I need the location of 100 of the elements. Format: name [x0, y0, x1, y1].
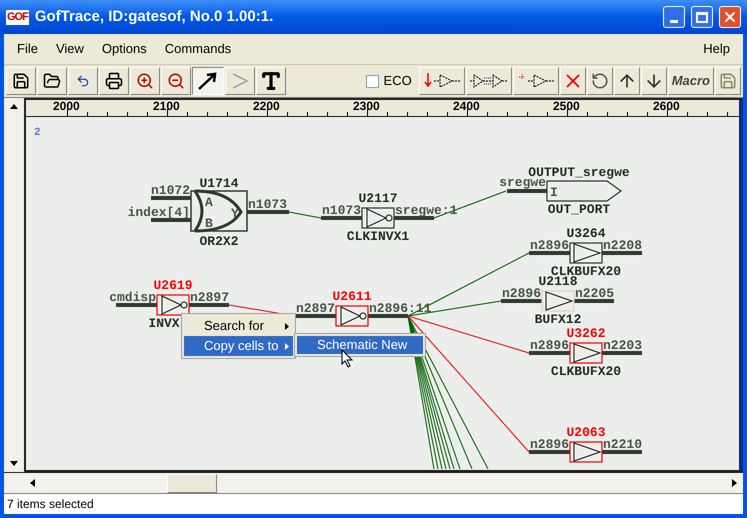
net-label: n2896 — [502, 286, 541, 301]
pin-line — [602, 251, 642, 255]
zoom-out-icon — [167, 72, 185, 90]
mouse-cursor-icon — [341, 349, 353, 368]
net-label: n2897 — [190, 290, 230, 305]
instance-label: U2117 — [358, 191, 398, 206]
status-text: 7 items selected — [7, 496, 94, 513]
inverter-symbol[interactable] — [361, 207, 395, 229]
sheet-number: 2 — [34, 127, 41, 139]
pin-line — [501, 299, 542, 303]
pin-label: I — [550, 185, 558, 200]
app-logo: GOF — [6, 10, 29, 24]
folder-icon — [43, 72, 61, 90]
net-label: sregwe:1 — [395, 203, 458, 218]
text-icon — [260, 70, 282, 92]
pin-line — [151, 218, 191, 222]
menu-item[interactable]: Schematic New — [297, 336, 423, 354]
net-label: n2896 — [530, 338, 569, 353]
toolbar-button[interactable] — [192, 67, 224, 95]
net-label: n2896 — [530, 437, 569, 452]
pin-line — [321, 216, 362, 220]
wire[interactable] — [408, 316, 530, 452]
pin-line — [529, 351, 570, 355]
net-label: n2897 — [296, 301, 335, 316]
maximize-button[interactable] — [691, 6, 713, 28]
wire[interactable] — [408, 316, 488, 469]
inverter-symbol[interactable] — [335, 305, 369, 327]
undo-icon — [76, 74, 90, 88]
rotate-icon — [590, 72, 609, 90]
instance-label: U2619 — [154, 278, 192, 293]
window-title: GofTrace, ID:gatesof, No.0 1.00:1. — [34, 6, 274, 27]
pin-line — [529, 450, 570, 454]
close-icon — [722, 9, 738, 25]
chevron-icon — [230, 72, 250, 90]
printer-icon — [105, 72, 123, 90]
cell-type-label: OUT_PORT — [548, 202, 610, 217]
instance-label: U3264 — [566, 226, 606, 241]
scroll-thumb[interactable] — [167, 474, 217, 492]
ruler-label: 2100 — [153, 100, 180, 112]
instance-label: U2611 — [332, 289, 372, 304]
save-icon — [719, 72, 737, 90]
pin-line — [394, 216, 434, 220]
pin-line — [189, 303, 229, 307]
pin-line — [574, 299, 614, 303]
buffer-symbol[interactable] — [569, 441, 603, 463]
ruler-label: 2000 — [53, 100, 80, 112]
zoom-in-icon — [136, 72, 154, 90]
vertical-scrollbar[interactable] — [4, 98, 24, 472]
menu-item[interactable]: Search for — [184, 316, 293, 336]
pin-label: A — [205, 195, 213, 210]
ruler-label: 2300 — [353, 100, 380, 112]
minimize-button[interactable] — [663, 6, 685, 28]
net-label: n2203 — [603, 338, 642, 353]
wire[interactable] — [408, 316, 530, 354]
cell-type-label: INVX — [148, 316, 180, 331]
buffer-symbol[interactable] — [569, 242, 603, 264]
pin-line — [529, 251, 570, 255]
pin-line — [247, 210, 289, 214]
ruler-label: 2600 — [653, 100, 680, 112]
cell-type-label: CLKBUFX20 — [550, 364, 622, 379]
close-button[interactable] — [719, 6, 741, 28]
net-label: n2208 — [603, 238, 642, 253]
net-label: cmdisp — [109, 290, 156, 305]
net-label: n1072 — [150, 183, 190, 198]
menu-item[interactable]: Commands — [160, 39, 236, 59]
submenu-arrow-icon — [285, 342, 289, 350]
net-label: n1073 — [322, 203, 361, 218]
gate-chain-icon — [468, 71, 509, 91]
save-icon — [12, 72, 30, 90]
menu-item[interactable]: Copy cells to — [184, 336, 293, 356]
net-label: index[4] — [128, 205, 190, 220]
cell-type-label: OR2X2 — [200, 234, 238, 249]
instance-label: U2063 — [566, 425, 606, 440]
eco-label: ECO — [384, 72, 412, 90]
menu-item[interactable]: Help — [698, 39, 735, 59]
menu-item[interactable]: File — [12, 39, 43, 59]
pin-label: Y — [231, 206, 239, 221]
pin-line — [602, 351, 642, 355]
output-port-symbol[interactable] — [546, 180, 622, 202]
pin-line — [151, 196, 191, 200]
macro-button[interactable]: Macro — [668, 67, 714, 95]
instance-label: U1714 — [200, 176, 238, 191]
buffer-symbol[interactable] — [569, 342, 603, 364]
inverter-symbol[interactable] — [156, 294, 190, 316]
menu-item[interactable]: View — [50, 39, 89, 59]
menu-item[interactable]: Options — [96, 39, 152, 59]
net-label: n2896 — [530, 238, 569, 253]
pin-label: B — [205, 216, 213, 231]
eco-checkbox[interactable] — [366, 74, 379, 88]
net-label: n2210 — [603, 437, 642, 452]
wire[interactable] — [288, 212, 322, 218]
cell-type-label: BUFX12 — [534, 312, 582, 327]
net-label: n1073 — [248, 197, 288, 212]
submenu-arrow-icon — [285, 322, 289, 330]
pin-line — [602, 450, 642, 454]
pin-line — [507, 189, 547, 193]
or-gate-symbol[interactable] — [190, 190, 248, 232]
pin-line — [116, 303, 157, 307]
instance-label: U3262 — [566, 326, 606, 341]
cell-type-label: CLKINVX1 — [346, 229, 410, 244]
